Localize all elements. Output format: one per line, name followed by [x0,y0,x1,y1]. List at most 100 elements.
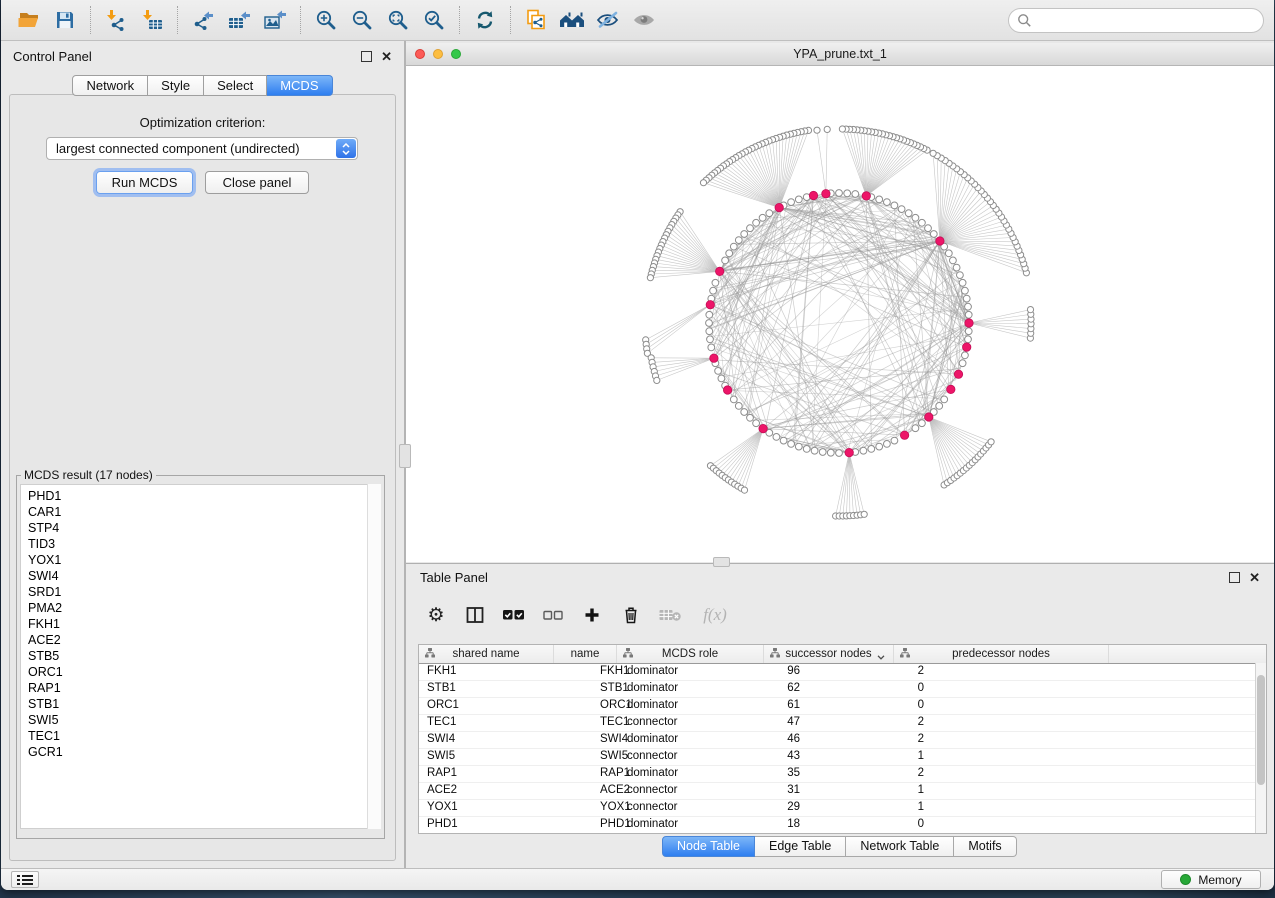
table-scrollbar-thumb[interactable] [1257,675,1265,785]
mcds-list-scrollbar[interactable] [367,484,381,829]
mcds-result-item[interactable]: SWI4 [21,568,380,584]
select-stepper-icon [336,139,356,158]
mcds-result-item[interactable]: ORC1 [21,664,380,680]
minimize-traffic-light[interactable] [433,49,443,59]
cell-shared_name: STB1 [419,681,554,697]
zoom-in-icon[interactable] [308,4,344,36]
import-table-icon[interactable] [134,4,170,36]
save-session-icon[interactable] [47,4,83,36]
hide-selected-icon[interactable] [590,4,626,36]
mcds-result-item[interactable]: PMA2 [21,600,380,616]
run-mcds-button[interactable]: Run MCDS [96,171,193,194]
table-row[interactable]: PHD1PHD1dominator180 [419,817,1266,834]
import-network-icon[interactable] [98,4,134,36]
table-row[interactable]: TEC1TEC1connector472 [419,715,1266,732]
table-row[interactable]: YOX1YOX1connector291 [419,800,1266,817]
zoom-out-icon[interactable] [344,4,380,36]
cell-predecessor_nodes: 0 [894,698,1109,714]
add-column-icon[interactable] [580,603,604,627]
hierarchy-icon [623,648,633,661]
float-icon[interactable] [1229,572,1240,583]
cell-shared_name: PHD1 [419,817,554,833]
tab-style[interactable]: Style [148,75,204,96]
mcds-result-item[interactable]: YOX1 [21,552,380,568]
close-traffic-light[interactable] [415,49,425,59]
table-scrollbar[interactable] [1255,663,1266,833]
mcds-result-item[interactable]: FKH1 [21,616,380,632]
mcds-result-item[interactable]: SWI5 [21,712,380,728]
maximize-traffic-light[interactable] [451,49,461,59]
table-row[interactable]: SWI5SWI5connector431 [419,749,1266,766]
table-row[interactable]: STB1STB1dominator620 [419,681,1266,698]
export-network-icon[interactable] [185,4,221,36]
cell-name: SWI5 [554,749,617,765]
show-columns-icon[interactable] [463,603,487,627]
unselect-all-columns-icon[interactable] [541,603,565,627]
close-panel-button[interactable]: Close panel [205,171,309,194]
column-header-name[interactable]: name [554,645,617,663]
mcds-result-item[interactable]: GCR1 [21,744,380,760]
mcds-result-item[interactable]: STP4 [21,520,380,536]
mcds-result-item[interactable]: TEC1 [21,728,380,744]
column-header-predecessor-nodes[interactable]: predecessor nodes [894,645,1109,663]
cell-shared_name: SWI5 [419,749,554,765]
table-row[interactable]: RAP1RAP1dominator352 [419,766,1266,783]
table-row[interactable]: FKH1FKH1dominator962 [419,664,1266,681]
cell-name: STB1 [554,681,617,697]
column-header-successor-nodes[interactable]: successor nodes [764,645,894,663]
table-row[interactable]: ORC1ORC1dominator610 [419,698,1266,715]
cell-name: ACE2 [554,783,617,799]
zoom-selected-icon[interactable] [416,4,452,36]
export-image-icon[interactable] [257,4,293,36]
tab-edge-table[interactable]: Edge Table [755,836,846,857]
table-row[interactable]: ACE2ACE2connector311 [419,783,1266,800]
duplicate-network-icon[interactable] [518,4,554,36]
mcds-result-list[interactable]: PHD1CAR1STP4TID3YOX1SWI4SRD1PMA2FKH1ACE2… [20,484,381,829]
vertical-splitter-handle[interactable] [399,444,411,468]
close-icon[interactable]: ✕ [381,50,392,63]
sort-desc-icon[interactable] [877,651,885,663]
float-icon[interactable] [361,51,372,62]
search-input[interactable] [1032,12,1255,28]
tab-select[interactable]: Select [204,75,267,96]
mcds-result-item[interactable]: STB1 [21,696,380,712]
mcds-result-item[interactable]: SRD1 [21,584,380,600]
tab-node-table[interactable]: Node Table [662,836,755,857]
column-header-mcds-role[interactable]: MCDS role [617,645,764,663]
mcds-result-item[interactable]: RAP1 [21,680,380,696]
optimization-criterion-select[interactable]: largest connected component (undirected) [46,137,358,160]
tab-network[interactable]: Network [72,75,148,96]
table-settings-gear-icon[interactable]: ⚙ [424,603,448,627]
mcds-result-item[interactable]: PHD1 [21,488,380,504]
mcds-result-item[interactable]: STB5 [21,648,380,664]
node-table: shared namenameMCDS rolesuccessor nodesp… [418,644,1267,834]
tab-network-table[interactable]: Network Table [846,836,954,857]
memory-button[interactable]: Memory [1161,870,1261,889]
tab-motifs[interactable]: Motifs [954,836,1016,857]
mcds-result-item[interactable]: TID3 [21,536,380,552]
close-icon[interactable]: ✕ [1249,571,1260,584]
main-toolbar [1,0,1274,41]
cell-successor_nodes: 46 [764,732,894,748]
horizontal-splitter-handle[interactable] [713,557,730,567]
search-box[interactable] [1008,8,1264,33]
zoom-fit-icon[interactable] [380,4,416,36]
column-header-shared-name[interactable]: shared name [419,645,554,663]
show-panels-list-button[interactable] [11,871,39,888]
refresh-icon[interactable] [467,4,503,36]
mcds-result-item[interactable]: ACE2 [21,632,380,648]
select-all-columns-icon[interactable] [502,603,526,627]
table-row[interactable]: SWI4SWI4dominator462 [419,732,1266,749]
tab-mcds[interactable]: MCDS [267,75,332,96]
cell-name: FKH1 [554,664,617,680]
export-table-icon[interactable] [221,4,257,36]
open-session-icon[interactable] [11,4,47,36]
network-window-title: YPA_prune.txt_1 [793,47,887,61]
first-neighbors-icon[interactable] [554,4,590,36]
network-window-titlebar[interactable]: YPA_prune.txt_1 [406,43,1274,66]
delete-column-icon[interactable] [619,603,643,627]
network-canvas[interactable] [406,66,1274,562]
mcds-result-item[interactable]: CAR1 [21,504,380,520]
show-all-icon[interactable] [626,4,662,36]
cell-mcds_role: connector [617,800,764,816]
